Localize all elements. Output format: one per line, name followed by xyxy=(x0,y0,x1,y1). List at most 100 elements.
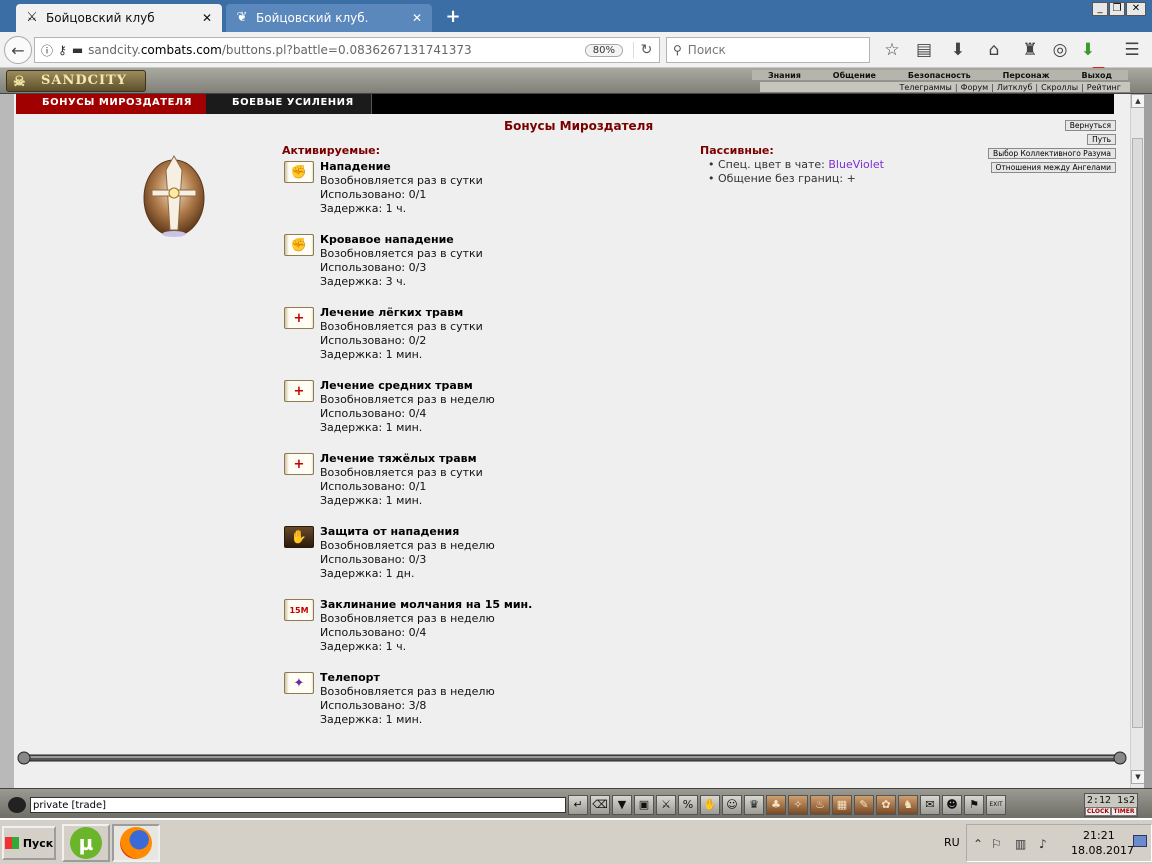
submenu-rating[interactable]: Рейтинг xyxy=(1084,83,1124,92)
bonus-heal-light[interactable]: + Лечение лёгких травм Возобновляется ра… xyxy=(284,306,684,379)
exit-icon[interactable]: EXIT xyxy=(986,795,1006,815)
restore-icon[interactable]: ❐ xyxy=(1109,2,1125,16)
tab-combats-active[interactable]: ⚔ Бойцовский клуб ✕ xyxy=(16,4,222,32)
new-tab-button[interactable]: + xyxy=(442,6,464,27)
bonus-name[interactable]: Защита от нападения xyxy=(320,525,495,539)
minimize-icon[interactable]: _ xyxy=(1092,2,1108,16)
tray-date[interactable]: 18.08.2017 xyxy=(1071,844,1134,857)
helmet-icon[interactable]: ♛ xyxy=(744,795,764,815)
path-button[interactable]: Путь xyxy=(1087,134,1116,145)
green-download-icon[interactable]: ⬇ xyxy=(1076,38,1100,62)
heal-medium-scroll-icon[interactable]: + xyxy=(284,380,314,402)
bonus-name[interactable]: Телепорт xyxy=(320,671,495,685)
sandcity-logo[interactable]: ☠ SANDCITY xyxy=(6,70,146,92)
tab-battle-boosts[interactable]: БОЕВЫЕ УСИЛЕНИЯ xyxy=(206,94,372,114)
save-icon[interactable]: ▣ xyxy=(634,795,654,815)
reading-list-icon[interactable]: ▤ xyxy=(912,38,936,62)
filter-icon[interactable]: ▼ xyxy=(612,795,632,815)
submenu-scrolls[interactable]: Скроллы xyxy=(1038,83,1081,92)
bag-icon[interactable]: ♣ xyxy=(766,795,786,815)
return-button[interactable]: Вернуться xyxy=(1064,120,1116,131)
url-bar[interactable]: ⓘ ⚷ ▬ sandcity.combats.com/buttons.pl?ba… xyxy=(34,37,660,63)
potion-icon[interactable]: ♨ xyxy=(810,795,830,815)
bonus-heal-heavy[interactable]: + Лечение тяжёлых травм Возобновляется р… xyxy=(284,452,684,525)
bonus-name[interactable]: Заклинание молчания на 15 мин. xyxy=(320,598,532,612)
back-button[interactable]: ← xyxy=(4,36,32,64)
map-icon[interactable]: ✿ xyxy=(876,795,896,815)
bookmark-star-icon[interactable]: ☆ xyxy=(880,38,904,62)
vertical-scrollbar[interactable]: ▲ ▼ xyxy=(1130,94,1145,788)
fight-icon[interactable]: ⚔ xyxy=(656,795,676,815)
volume-icon[interactable]: ♪ xyxy=(1039,837,1047,851)
bonus-name[interactable]: Кровавое нападение xyxy=(320,233,483,247)
scroll-up-icon[interactable]: ▲ xyxy=(1131,94,1145,108)
tray-time[interactable]: 21:21 xyxy=(1083,829,1115,842)
attack-scroll-icon[interactable]: ✊ xyxy=(284,161,314,183)
bonus-attack-protection[interactable]: ✋ Защита от нападения Возобновляется раз… xyxy=(284,525,684,598)
angels-relations-button[interactable]: Отношения между Ангелами xyxy=(990,162,1116,173)
eraser-icon[interactable]: ⌫ xyxy=(590,795,610,815)
network-icon[interactable]: ▥ xyxy=(1015,837,1026,851)
search-input[interactable]: ⚲ Поиск xyxy=(666,37,870,63)
smiley-icon[interactable]: ☺ xyxy=(722,795,742,815)
mail-icon[interactable]: ✉ xyxy=(920,795,940,815)
info-icon[interactable]: ⓘ xyxy=(41,42,53,59)
close-icon[interactable]: ✕ xyxy=(410,11,424,25)
bloody-attack-scroll-icon[interactable]: ✊ xyxy=(284,234,314,256)
friends-icon[interactable]: ☻ xyxy=(942,795,962,815)
submenu-telegrams[interactable]: Телеграммы xyxy=(896,83,954,92)
menu-item-knowledge[interactable]: Знания xyxy=(768,71,801,80)
home-icon[interactable]: ⌂ xyxy=(982,38,1006,62)
heal-heavy-scroll-icon[interactable]: + xyxy=(284,453,314,475)
heal-light-scroll-icon[interactable]: + xyxy=(284,307,314,329)
scroll-thumb[interactable] xyxy=(1132,138,1143,728)
key-icon[interactable]: ⚷ xyxy=(58,43,67,57)
bonus-name[interactable]: Лечение средних травм xyxy=(320,379,495,393)
clan-icon[interactable]: ♞ xyxy=(898,795,918,815)
bonus-bloody-attack[interactable]: ✊ Кровавое нападение Возобновляется раз … xyxy=(284,233,684,306)
url-text[interactable]: sandcity.combats.com/buttons.pl?battle=0… xyxy=(88,43,585,57)
timer-label[interactable]: TIMER xyxy=(1111,807,1137,816)
reload-icon[interactable]: ↻ xyxy=(633,42,659,58)
bonus-teleport[interactable]: ✦ Телепорт Возобновляется раз в неделю И… xyxy=(284,671,684,744)
menu-item-security[interactable]: Безопасность xyxy=(908,71,971,80)
tray-expand-icon[interactable]: ⌃ xyxy=(973,837,983,851)
menu-item-exit[interactable]: Выход xyxy=(1082,71,1112,80)
taskbar-firefox[interactable] xyxy=(112,824,160,862)
flag-alert-icon[interactable]: ⚐ xyxy=(991,837,1002,851)
bonus-name[interactable]: Нападение xyxy=(320,160,483,174)
menu-item-communication[interactable]: Общение xyxy=(833,71,876,80)
clock-label[interactable]: CLOCK xyxy=(1085,807,1111,816)
start-button[interactable]: Пуск xyxy=(2,826,56,860)
tab-creator-bonuses[interactable]: БОНУСЫ МИРОЗДАТЕЛЯ xyxy=(16,94,206,114)
percent-icon[interactable]: % xyxy=(678,795,698,815)
magic-wand-icon[interactable]: ✧ xyxy=(788,795,808,815)
show-desktop-icon[interactable] xyxy=(1133,835,1147,847)
flag-icon[interactable]: ⚑ xyxy=(964,795,984,815)
zoom-level-badge[interactable]: 80% xyxy=(584,43,623,57)
language-indicator[interactable]: RU xyxy=(944,836,960,849)
clock-timer-widget[interactable]: 2:12 1s2 CLOCK TIMER xyxy=(1084,793,1138,817)
menu-item-character[interactable]: Персонаж xyxy=(1003,71,1050,80)
collective-mind-button[interactable]: Выбор Коллективного Разума xyxy=(988,148,1116,159)
quill-icon[interactable]: ✎ xyxy=(854,795,874,815)
chat-input[interactable] xyxy=(30,797,566,813)
chat-smile-icon[interactable] xyxy=(8,797,26,813)
send-icon[interactable]: ↵ xyxy=(568,795,588,815)
download-icon[interactable]: ⬇ xyxy=(946,38,970,62)
bonus-name[interactable]: Лечение лёгких травм xyxy=(320,306,483,320)
vpn-icon[interactable]: ◎ xyxy=(1048,38,1072,62)
extension-icon[interactable]: ♜ xyxy=(1018,38,1042,62)
menu-icon[interactable]: ☰ xyxy=(1120,38,1144,62)
taskbar-utorrent[interactable]: µ xyxy=(62,824,110,862)
bonus-heal-medium[interactable]: + Лечение средних травм Возобновляется р… xyxy=(284,379,684,452)
bonus-attack[interactable]: ✊ Нападение Возобновляется раз в сутки И… xyxy=(284,160,684,233)
submenu-forum[interactable]: Форум xyxy=(958,83,992,92)
bonus-silence[interactable]: 15M Заклинание молчания на 15 мин. Возоб… xyxy=(284,598,684,671)
tab-combats-second[interactable]: ❦ Бойцовский клуб. ✕ xyxy=(226,4,432,32)
attack-protection-icon[interactable]: ✋ xyxy=(284,526,314,548)
teleport-scroll-icon[interactable]: ✦ xyxy=(284,672,314,694)
window-close-icon[interactable]: ✕ xyxy=(1126,2,1146,16)
plugin-icon[interactable]: ▬ xyxy=(72,43,83,57)
inventory-icon[interactable]: ▦ xyxy=(832,795,852,815)
